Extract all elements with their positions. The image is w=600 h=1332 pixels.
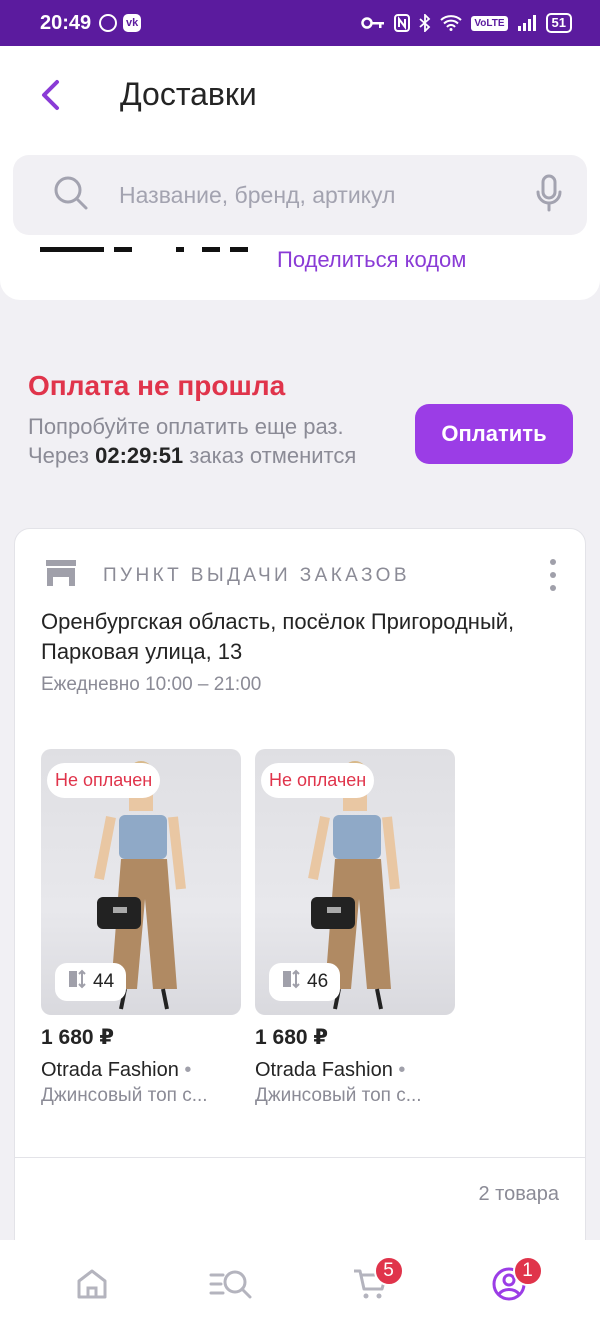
pickup-point-header: ПУНКТ ВЫДАЧИ ЗАКАЗОВ: [45, 559, 410, 592]
viber-icon: [99, 14, 118, 32]
unpaid-badge: Не оплачен: [261, 763, 375, 798]
product-name: Джинсовый топ с...: [41, 1085, 208, 1106]
product-price: 1 680 ₽: [255, 1026, 328, 1049]
status-time: 20:49: [40, 11, 92, 34]
more-options-button[interactable]: [545, 559, 561, 591]
product-brand: Otrada Fashion •: [255, 1059, 406, 1081]
vk-icon: vk: [123, 14, 142, 32]
pickup-code-masked: [40, 247, 248, 252]
product-list: Не оплачен 44 1 680 ₽ Otrada Fashion • Д…: [41, 749, 455, 1107]
size-chip: 44: [55, 963, 127, 1001]
nav-cart[interactable]: 5: [330, 1256, 410, 1316]
product-card[interactable]: Не оплачен 46 1 680 ₽ Otrada Fashion • Д…: [255, 749, 455, 1107]
key-icon: [361, 14, 385, 32]
items-count: 2 товара: [478, 1183, 559, 1205]
bluetooth-icon: [419, 14, 431, 32]
wifi-icon: [440, 14, 463, 32]
search-bar[interactable]: [13, 155, 587, 235]
home-icon: [75, 1267, 109, 1306]
bottom-nav: 5 1: [0, 1240, 600, 1332]
size-icon: [281, 969, 301, 995]
order-card: ПУНКТ ВЫДАЧИ ЗАКАЗОВ Оренбургская област…: [14, 528, 586, 1268]
search-icon: [53, 175, 89, 216]
payment-failed-title: Оплата не прошла: [28, 370, 286, 401]
nfc-icon: [394, 14, 411, 32]
product-image: Не оплачен 46: [255, 749, 455, 1015]
signal-icon: [517, 14, 537, 32]
divider: [15, 1157, 585, 1158]
product-price: 1 680 ₽: [41, 1026, 114, 1049]
search-input[interactable]: [119, 181, 535, 209]
back-button[interactable]: [30, 75, 70, 115]
status-bar: 20:49 vk VoLTE 51: [0, 0, 600, 46]
pickup-hours: Ежедневно 10:00 – 21:00: [41, 674, 262, 695]
microphone-icon[interactable]: [535, 174, 563, 217]
nav-catalog[interactable]: [191, 1256, 271, 1316]
pay-button[interactable]: Оплатить: [415, 404, 573, 464]
catalog-search-icon: [209, 1267, 253, 1306]
size-icon: [67, 969, 87, 995]
product-name: Джинсовый топ с...: [255, 1085, 422, 1106]
payment-timer: 02:29:51: [95, 443, 184, 468]
store-icon: [45, 559, 77, 592]
pickup-address: Оренбургская область, посёлок Пригородны…: [41, 609, 515, 664]
share-code-link[interactable]: Поделиться кодом: [277, 247, 466, 273]
size-chip: 46: [269, 963, 341, 1001]
product-card[interactable]: Не оплачен 44 1 680 ₽ Otrada Fashion • Д…: [41, 749, 241, 1107]
nav-profile[interactable]: 1: [469, 1256, 549, 1316]
page-title: Доставки: [120, 76, 257, 112]
chevron-left-icon: [42, 80, 59, 110]
product-image: Не оплачен 44: [41, 749, 241, 1015]
volte-indicator: VoLTE: [471, 15, 508, 31]
cart-badge: 5: [373, 1256, 404, 1286]
pickup-point-label: ПУНКТ ВЫДАЧИ ЗАКАЗОВ: [103, 564, 410, 586]
profile-badge: 1: [512, 1256, 543, 1286]
unpaid-badge: Не оплачен: [47, 763, 161, 798]
battery-indicator: 51: [545, 13, 572, 33]
product-brand: Otrada Fashion •: [41, 1059, 192, 1081]
nav-home[interactable]: [52, 1256, 132, 1316]
payment-failed-text: Попробуйте оплатить еще раз. Через 02:29…: [28, 414, 357, 468]
